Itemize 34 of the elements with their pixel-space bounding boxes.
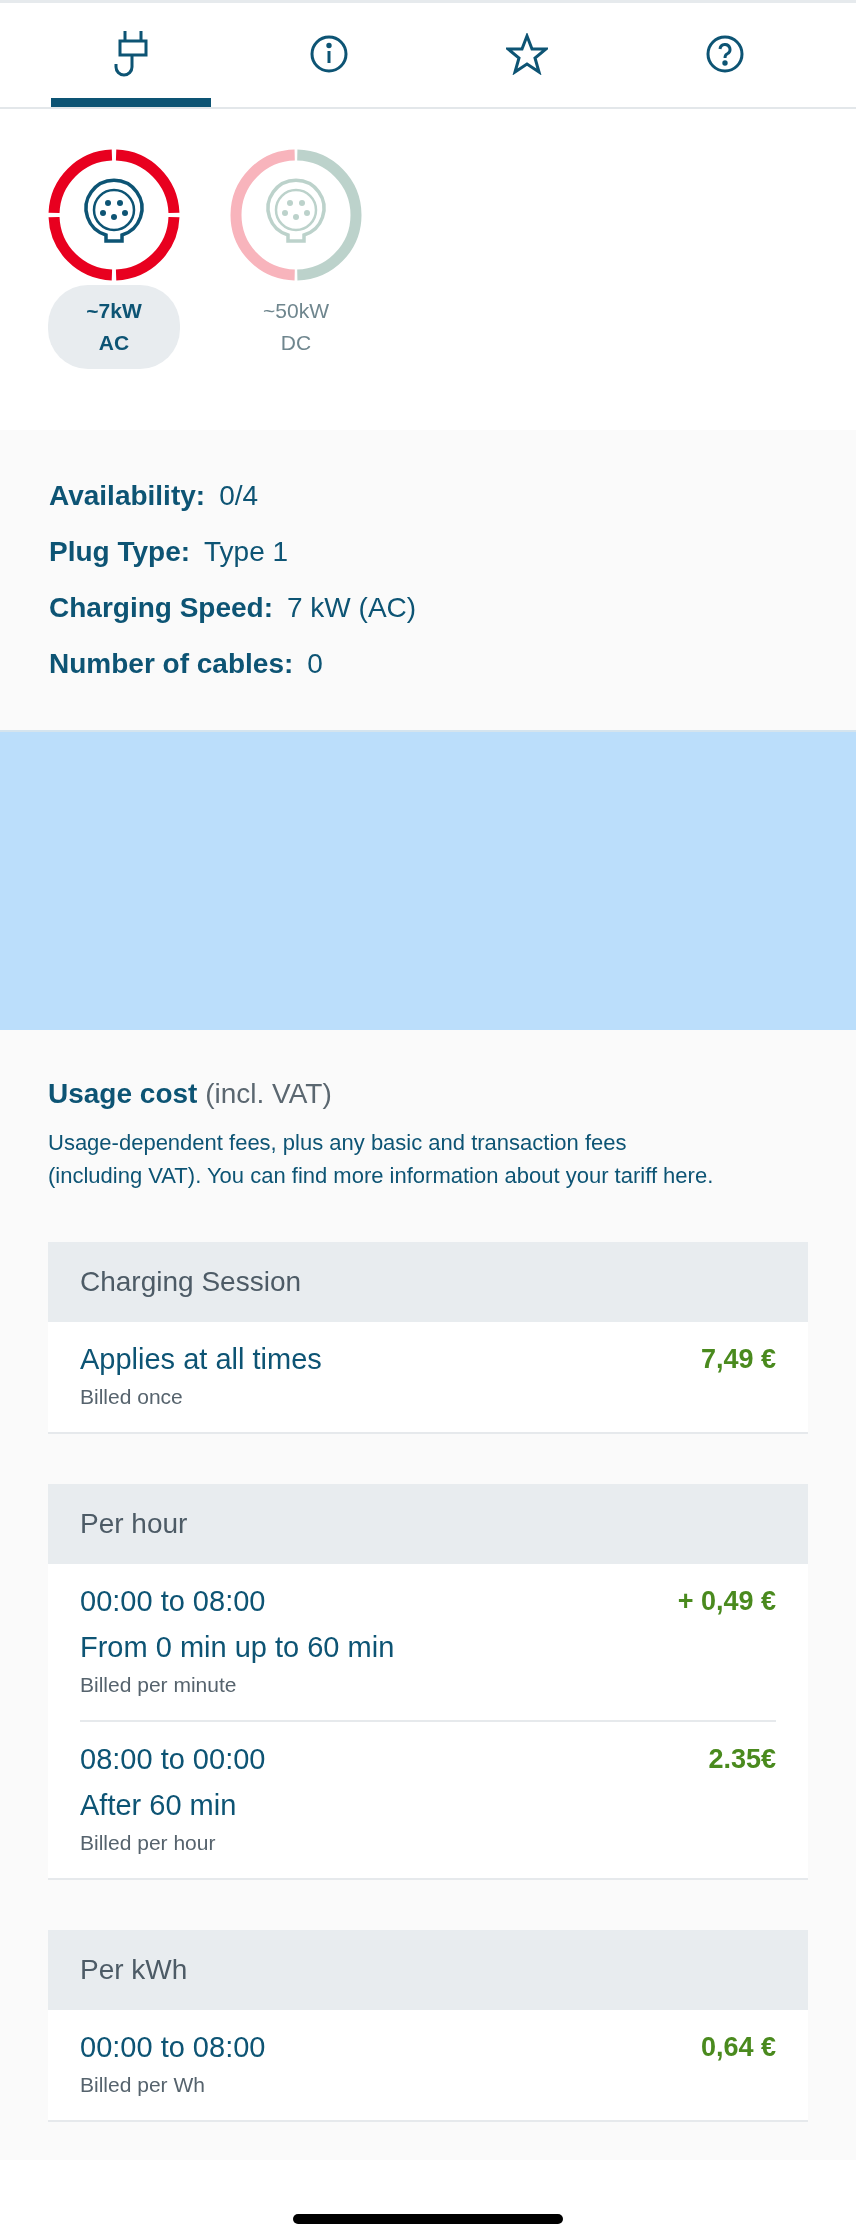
detail-value: 0 xyxy=(307,648,323,680)
help-icon xyxy=(706,34,744,73)
tariff-condition: 08:00 to 00:00 xyxy=(80,1742,266,1777)
detail-label: Availability: xyxy=(49,480,206,512)
tariff-condition: Applies at all times xyxy=(80,1342,322,1377)
price: 0,64 € xyxy=(700,2031,776,2064)
socket-icon xyxy=(84,178,144,243)
connector-option[interactable]: ~7kW AC xyxy=(48,285,180,369)
tariff-condition: After 60 min xyxy=(80,1788,238,1823)
connector-option[interactable]: ~50kW DC xyxy=(230,285,362,369)
detail-label: Plug Type: xyxy=(49,536,191,568)
detail-value: Type 1 xyxy=(204,536,289,568)
star-icon xyxy=(506,32,548,75)
description: Usage-dependent fees, plus any basic and transaction fees (including VAT). You can find more information about your tariff here. xyxy=(48,1129,715,1190)
tariff-condition: 00:00 to 08:00 xyxy=(80,1584,267,1619)
info-icon xyxy=(310,34,348,73)
detail-label: Number of cables: xyxy=(49,648,294,680)
socket-icon xyxy=(266,178,326,243)
tariff-condition: 00:00 to 08:00 xyxy=(80,2030,266,2065)
price: + 0,49 € xyxy=(677,1585,776,1618)
tariff-condition: From 0 min up to 60 min xyxy=(80,1630,395,1665)
detail-value: 7 kW (AC) xyxy=(287,592,417,624)
billing-note: Billed per minute xyxy=(80,1672,238,1698)
tariff-header: Per hour xyxy=(48,1484,808,1564)
detail-label: Charging Speed: xyxy=(49,592,273,624)
section-title: Usage cost (incl. VAT) xyxy=(48,1077,333,1111)
tariff-header: Charging Session xyxy=(48,1242,808,1322)
billing-note: Billed per Wh xyxy=(80,2072,206,2098)
tariff-header: Per kWh xyxy=(48,1930,808,2010)
price: 7,49 € xyxy=(700,1343,776,1376)
billing-note: Billed per hour xyxy=(80,1830,217,1856)
detail-value: 0/4 xyxy=(219,480,259,512)
billing-note: Billed once xyxy=(80,1384,184,1410)
price: 2.35€ xyxy=(708,1743,776,1776)
